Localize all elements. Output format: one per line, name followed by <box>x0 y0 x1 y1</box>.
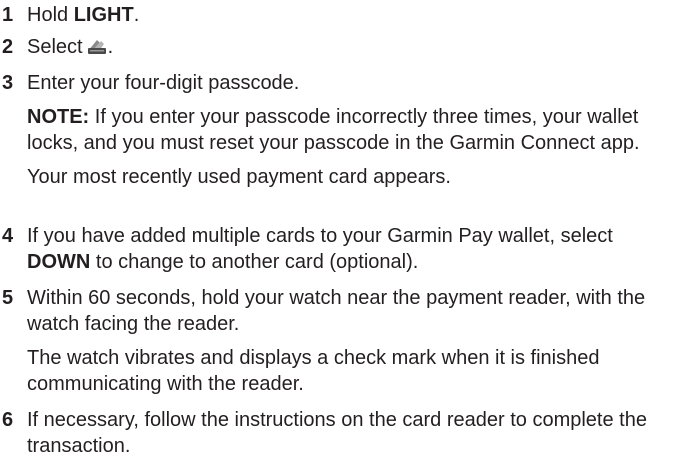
step-note: NOTE: If you enter your passcode incorre… <box>27 104 667 156</box>
note-label: NOTE: <box>27 106 90 128</box>
step-2: 2 Select. <box>0 34 113 60</box>
step-1: 1 Hold LIGHT. <box>0 2 139 28</box>
step-number: 2 <box>2 36 14 58</box>
step-text: If you have added multiple cards to your… <box>27 225 613 273</box>
step-text: Hold LIGHT. <box>27 4 140 26</box>
step-text: Enter your four-digit passcode. <box>27 72 300 94</box>
step-text: Select. <box>27 36 114 58</box>
step-text: If necessary, follow the instructions on… <box>27 409 647 457</box>
step-3: 3 Enter your four-digit passcode. NOTE: … <box>0 70 667 190</box>
wallet-icon <box>86 36 108 54</box>
step-result: The watch vibrates and displays a check … <box>27 347 600 395</box>
button-name-down: DOWN <box>27 251 91 273</box>
step-number: 3 <box>2 72 14 94</box>
step-number: 5 <box>2 287 14 309</box>
step-result: Your most recently used payment card app… <box>27 166 451 188</box>
step-number: 1 <box>2 4 14 26</box>
step-5: 5 Within 60 seconds, hold your watch nea… <box>0 285 696 397</box>
step-6: 6 If necessary, follow the instructions … <box>0 407 647 459</box>
note-text: If you enter your passcode incorrectly t… <box>27 106 640 154</box>
step-text: Within 60 seconds, hold your watch near … <box>27 287 646 335</box>
step-number: 4 <box>2 225 14 247</box>
step-4: 4 If you have added multiple cards to yo… <box>0 223 667 275</box>
step-number: 6 <box>2 409 14 431</box>
button-name-light: LIGHT <box>73 4 134 26</box>
